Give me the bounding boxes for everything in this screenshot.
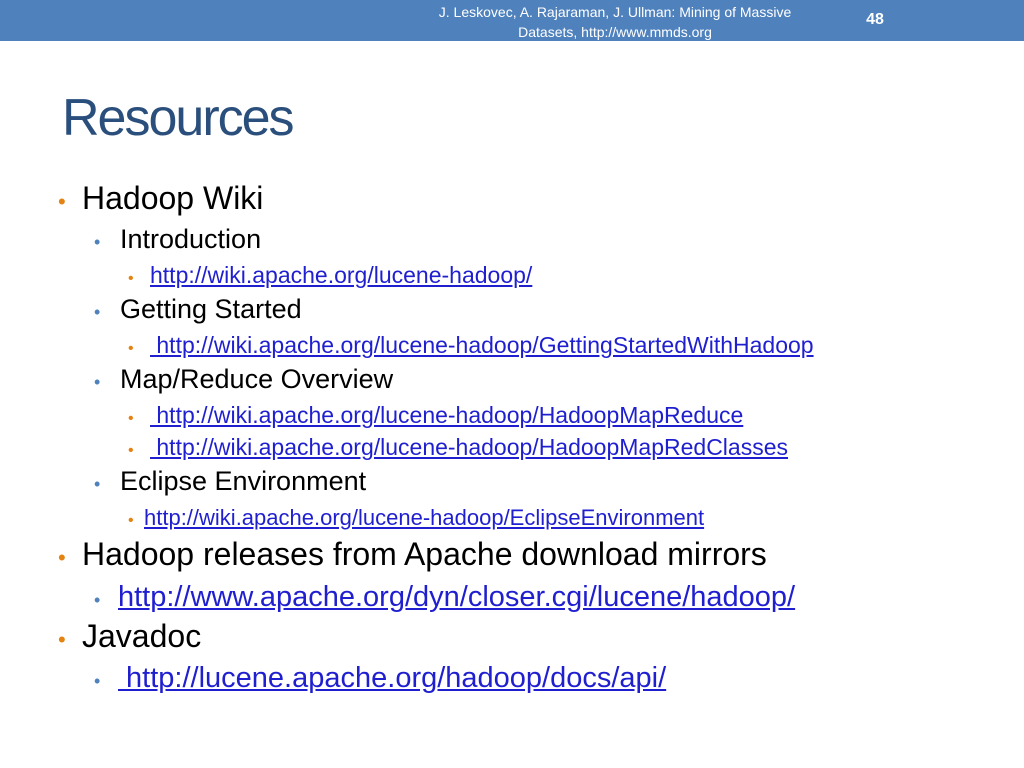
link-eclipse: http://wiki.apache.org/lucene-hadoop/Ecl… (128, 505, 704, 531)
bullet-icon (94, 372, 120, 393)
getting-started-link[interactable]: http://wiki.apache.org/lucene-hadoop/Get… (150, 332, 813, 359)
bullet-icon (128, 512, 144, 530)
bullet-icon (58, 627, 82, 653)
link-mapreduce-1: http://wiki.apache.org/lucene-hadoop/Had… (128, 402, 743, 429)
bullet-mapreduce-overview: Map/Reduce Overview (94, 364, 393, 395)
bullet-text: Eclipse Environment (120, 466, 367, 496)
bullet-javadoc: Javadoc (58, 618, 201, 655)
bullet-icon (128, 410, 150, 428)
bullet-text: Map/Reduce Overview (120, 364, 394, 394)
mapreduce-link-2[interactable]: http://wiki.apache.org/lucene-hadoop/Had… (150, 434, 788, 461)
bullet-getting-started: Getting Started (94, 294, 302, 325)
citation-line-2: Datasets, http://www.mmds.org (518, 24, 712, 40)
header-bar: J. Leskovec, A. Rajaraman, J. Ullman: Mi… (0, 0, 1024, 41)
bullet-icon (94, 302, 120, 323)
releases-link[interactable]: http://www.apache.org/dyn/closer.cgi/luc… (118, 581, 795, 614)
bullet-hadoop-releases: Hadoop releases from Apache download mir… (58, 536, 767, 573)
bullet-hadoop-wiki: Hadoop Wiki (58, 180, 263, 217)
javadoc-link[interactable]: http://lucene.apache.org/hadoop/docs/api… (118, 662, 666, 695)
bullet-text: Hadoop releases from Apache download mir… (82, 536, 767, 572)
bullet-icon (128, 442, 150, 460)
bullet-icon (94, 671, 118, 692)
bullet-icon (94, 590, 118, 611)
bullet-icon (128, 340, 150, 358)
bullet-text: Introduction (120, 224, 262, 254)
citation-line-1: J. Leskovec, A. Rajaraman, J. Ullman: Mi… (438, 4, 792, 20)
bullet-text: Getting Started (120, 294, 302, 324)
mapreduce-link-1[interactable]: http://wiki.apache.org/lucene-hadoop/Had… (150, 402, 743, 429)
link-introduction: http://wiki.apache.org/lucene-hadoop/ (128, 262, 532, 289)
introduction-link[interactable]: http://wiki.apache.org/lucene-hadoop/ (150, 262, 532, 289)
bullet-introduction: Introduction (94, 224, 261, 255)
slide-title: Resources (62, 89, 295, 147)
bullet-icon (94, 232, 120, 253)
bullet-text: Javadoc (82, 618, 202, 654)
bullet-icon (128, 270, 150, 288)
link-mapreduce-2: http://wiki.apache.org/lucene-hadoop/Had… (128, 434, 788, 461)
page-number: 48 (866, 11, 884, 28)
bullet-icon (58, 545, 82, 571)
bullet-icon (94, 474, 120, 495)
bullet-icon (58, 189, 82, 215)
slide: J. Leskovec, A. Rajaraman, J. Ullman: Mi… (0, 0, 1024, 768)
eclipse-link[interactable]: http://wiki.apache.org/lucene-hadoop/Ecl… (144, 505, 704, 531)
link-getting-started: http://wiki.apache.org/lucene-hadoop/Get… (128, 332, 813, 359)
link-javadoc: http://lucene.apache.org/hadoop/docs/api… (94, 662, 666, 695)
link-releases: http://www.apache.org/dyn/closer.cgi/luc… (94, 581, 795, 614)
bullet-text: Hadoop Wiki (82, 180, 264, 216)
bullet-eclipse-environment: Eclipse Environment (94, 466, 366, 497)
citation: J. Leskovec, A. Rajaraman, J. Ullman: Mi… (380, 2, 850, 42)
